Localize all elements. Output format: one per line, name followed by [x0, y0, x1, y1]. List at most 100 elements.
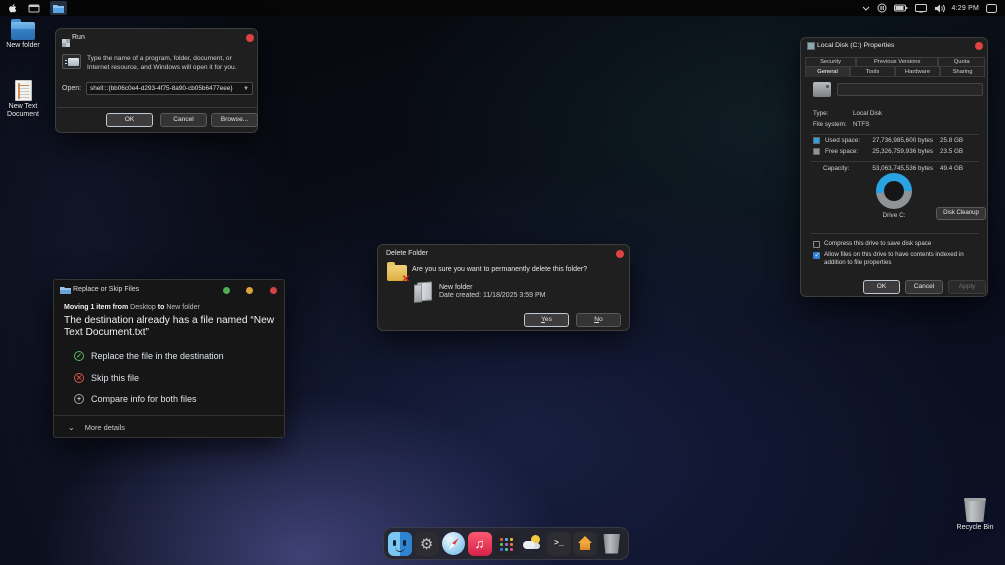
option-compare[interactable]: + Compare info for both files — [74, 394, 197, 404]
notification-center-icon[interactable] — [986, 1, 997, 15]
tab-sharing[interactable]: Sharing — [940, 66, 985, 77]
index-checkbox-row[interactable]: Allow files on this drive to have conten… — [813, 251, 983, 267]
run-window-icon — [62, 54, 81, 69]
more-details-toggle[interactable]: ⌄ More details — [68, 423, 125, 432]
desktop-icon-label: New Text Document — [3, 103, 43, 119]
capacity-bytes: 53,063,745,536 bytes — [863, 165, 933, 172]
index-checkbox-label: Allow files on this drive to have conten… — [824, 251, 983, 267]
yes-button[interactable]: Yes — [524, 313, 569, 327]
moving-source: Desktop — [130, 304, 156, 311]
tab-general[interactable]: General — [805, 66, 850, 77]
open-combobox[interactable]: shell:::{bb06c0e4-d293-4f75-8a90-cb05b64… — [86, 82, 253, 95]
open-value: shell:::{bb06c0e4-d293-4f75-8a90-cb05b64… — [90, 85, 233, 92]
dock-settings-icon[interactable]: ⚙ — [414, 531, 438, 557]
compress-checkbox-label: Compress this drive to save disk space — [824, 240, 931, 248]
conflict-message: The destination already has a file named… — [64, 315, 278, 339]
free-space-bytes: 25,326,759,936 bytes — [863, 148, 933, 155]
cancel-button[interactable]: Cancel — [905, 280, 943, 294]
index-checkbox[interactable] — [813, 252, 820, 259]
ok-button[interactable]: OK — [106, 113, 153, 127]
maximize-icon[interactable] — [246, 287, 253, 294]
run-dialog: Run Type the name of a program, folder, … — [55, 28, 258, 133]
option-skip[interactable]: ✕ Skip this file — [74, 373, 139, 383]
desktop-icon-new-text-document[interactable]: New Text Document — [0, 80, 46, 119]
display-mirroring-icon[interactable] — [915, 1, 927, 15]
moving-summary: Moving 1 item from Desktop to New folder — [64, 304, 200, 311]
moving-prefix: Moving 1 item from — [64, 304, 128, 311]
more-details-label: More details — [85, 423, 125, 432]
dock-music-icon[interactable]: ♫ — [467, 531, 491, 557]
volume-icon[interactable] — [934, 1, 945, 15]
run-dialog-icon — [62, 34, 70, 52]
close-icon[interactable] — [270, 287, 277, 294]
dock-weather-icon[interactable] — [520, 531, 544, 557]
desktop-icon-new-folder[interactable]: New folder — [0, 22, 46, 50]
browse-button[interactable]: Browse... — [211, 113, 258, 127]
desktop-icon-label: New folder — [6, 42, 39, 50]
recycle-bin-icon — [964, 498, 986, 522]
option-label: Skip this file — [91, 373, 139, 383]
used-space-bytes: 27,736,985,600 bytes — [863, 137, 933, 144]
tab-tools[interactable]: Tools — [850, 66, 895, 77]
option-replace[interactable]: ✓ Replace the file in the destination — [74, 351, 224, 361]
option-label: Replace the file in the destination — [91, 351, 224, 361]
menu-clock[interactable]: 4:29 PM — [952, 5, 979, 12]
option-label: Compare info for both files — [91, 394, 197, 404]
tab-hardware[interactable]: Hardware — [895, 66, 940, 77]
filesystem-value: NTFS — [853, 121, 869, 128]
app-window-icon[interactable] — [28, 1, 40, 15]
compress-checkbox[interactable] — [813, 241, 820, 248]
capacity-label: Capacity: — [823, 165, 849, 172]
item-date: Date created: 11/18/2025 3:59 PM — [439, 292, 546, 299]
dock: ⚙ ♫ >_ — [383, 527, 629, 560]
folder-icon — [11, 22, 35, 40]
moving-to: to — [158, 304, 165, 311]
delete-folder-dialog: Delete Folder Are you sure you want to p… — [377, 244, 630, 331]
minimize-icon[interactable] — [223, 287, 230, 294]
ok-button[interactable]: OK — [863, 280, 900, 294]
no-button[interactable]: No — [576, 313, 621, 327]
type-value: Local Disk — [853, 110, 882, 117]
close-icon[interactable] — [616, 250, 624, 258]
dock-launchpad-icon[interactable] — [494, 531, 518, 557]
text-document-icon — [15, 80, 32, 101]
menu-bar: 4:29 PM — [0, 0, 1005, 16]
cancel-button[interactable]: Cancel — [160, 113, 207, 127]
desktop-icon-recycle-bin[interactable]: Recycle Bin — [952, 498, 998, 532]
chevron-down-icon[interactable] — [862, 1, 870, 15]
dialog-title: Run — [72, 34, 85, 41]
replace-dialog-icon — [60, 286, 71, 295]
battery-icon[interactable] — [894, 1, 908, 15]
disk-properties-dialog: Local Disk (C:) Properties Security Prev… — [800, 37, 988, 297]
disk-usage-donut-chart — [876, 173, 912, 209]
check-circle-icon: ✓ — [74, 351, 84, 361]
item-folder-icon — [417, 281, 432, 301]
dock-safari-icon[interactable] — [441, 531, 465, 557]
free-space-label: Free space: — [825, 148, 858, 155]
dock-home-icon[interactable] — [573, 531, 597, 557]
used-space-swatch — [813, 137, 820, 144]
dialog-title: Local Disk (C:) Properties — [817, 42, 894, 49]
dock-trash-icon[interactable] — [600, 531, 624, 557]
disk-cleanup-button[interactable]: Disk Cleanup — [936, 207, 986, 220]
capacity-size: 49.4 GB — [940, 165, 963, 172]
parallels-tray-icon[interactable] — [877, 1, 887, 15]
free-space-size: 23.5 GB — [940, 148, 963, 155]
dock-finder-icon[interactable] — [388, 531, 412, 557]
desktop-icon-label: Recycle Bin — [957, 524, 994, 532]
close-icon[interactable] — [975, 42, 983, 50]
dock-terminal-icon[interactable]: >_ — [547, 531, 571, 557]
combobox-chevron-icon[interactable]: ▼ — [243, 86, 249, 92]
run-description: Type the name of a program, folder, docu… — [87, 55, 255, 73]
close-icon[interactable] — [246, 34, 254, 42]
volume-label-input[interactable] — [837, 83, 983, 96]
open-label: Open: — [62, 85, 81, 92]
active-app-folder-icon[interactable] — [50, 1, 67, 15]
replace-skip-dialog: Replace or Skip Files Moving 1 item from… — [53, 279, 285, 438]
drive-caption: Drive C: — [876, 212, 912, 219]
delete-message: Are you sure you want to permanently del… — [412, 266, 624, 273]
compress-checkbox-row[interactable]: Compress this drive to save disk space — [813, 240, 981, 248]
apply-button[interactable]: Apply — [948, 280, 986, 294]
used-space-size: 25.8 GB — [940, 137, 963, 144]
apple-menu-icon[interactable] — [8, 1, 18, 15]
